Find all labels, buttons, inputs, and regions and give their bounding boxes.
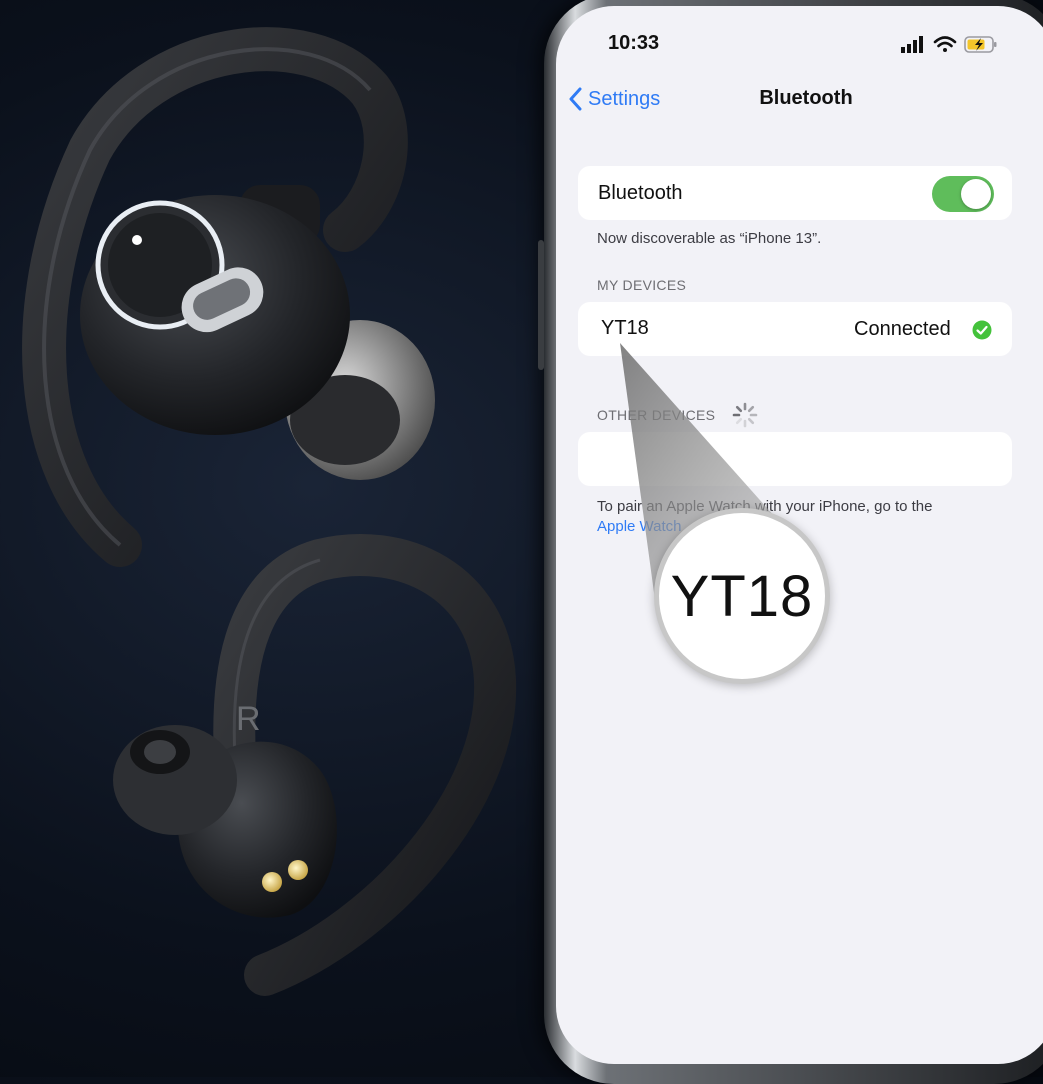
magnifier-text: YT18 bbox=[670, 563, 814, 629]
magnifier-pointer bbox=[620, 343, 800, 600]
magnifier-callout: YT18 bbox=[654, 508, 830, 684]
